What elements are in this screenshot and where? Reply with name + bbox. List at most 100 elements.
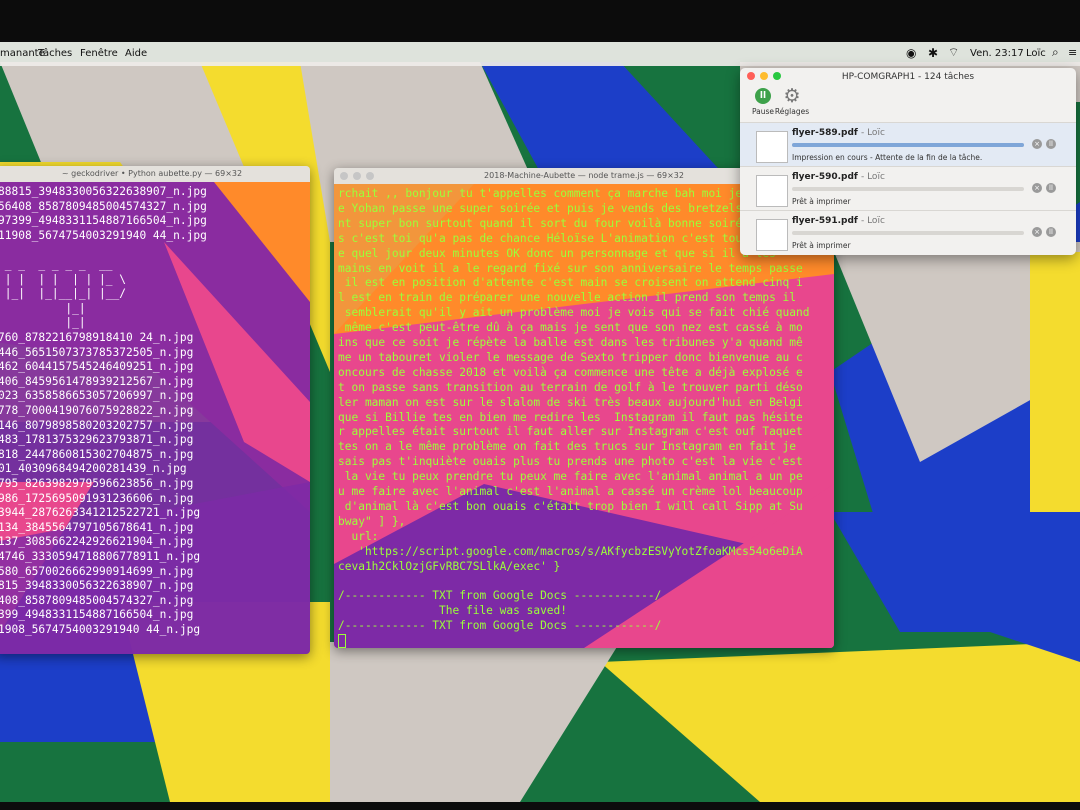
print-job[interactable]: flyer-591.pdf - Loïc Prêt à imprimer × l… xyxy=(740,210,1076,255)
terminal-line: 1908_5674754003291940 44_n.jpg xyxy=(0,623,201,636)
print-job[interactable]: flyer-589.pdf - Loïc Impression en cours… xyxy=(740,122,1076,167)
terminal-line: 815_3948330056322638907_n.jpg xyxy=(0,579,194,593)
settings-button[interactable]: ⚙ Réglages xyxy=(772,86,812,118)
terminal-line: 01_4030968494200281439_n.jpg xyxy=(0,462,187,476)
document-thumbnail xyxy=(756,175,788,207)
job-progress xyxy=(792,187,1024,191)
terminal-line: 986_1725695091931236606_n.jpg xyxy=(0,491,194,505)
delete-job-icon[interactable]: × xyxy=(1032,183,1042,193)
terminal-line: 023_6358586653057206997_n.jpg xyxy=(0,389,194,403)
terminal-line: me un tabouret violer le message de Sext… xyxy=(338,350,803,364)
document-thumbnail xyxy=(756,131,788,163)
terminal-line: url: xyxy=(338,529,379,543)
menu-list-icon[interactable]: ≡ xyxy=(1068,46,1077,59)
terminal-line: | | | | | | |_ \ xyxy=(0,272,126,286)
terminal-cursor xyxy=(338,634,346,648)
bluetooth-icon[interactable]: ✱ xyxy=(928,46,938,60)
hold-job-icon[interactable]: ll xyxy=(1046,227,1056,237)
desktop: manante Tâches Fenêtre Aide ◉ ✱ ⌔ Ven. 2… xyxy=(0,42,1080,802)
terminal-line: 818_2447860815302704875_n.jpg xyxy=(0,447,194,461)
terminal-line: ceva1h2CklOzjGFvRBC7SLlkA/exec' } xyxy=(338,559,561,573)
terminal-line: 137_3085662242926621904_n.jpg xyxy=(0,535,194,549)
terminal-line: même c'est peut-être dû à ça mais je sen… xyxy=(338,321,803,335)
window-title: HP-COMGRAPH1 - 124 tâches xyxy=(841,72,975,82)
terminal-line: oncours de chasse 2018 et voilà ça comme… xyxy=(338,365,803,379)
job-user: - Loïc xyxy=(860,216,885,226)
wifi-icon[interactable]: ⌔ xyxy=(948,45,959,60)
terminal-line: t on passe sans transition au terrain de… xyxy=(338,380,803,394)
settings-label: Réglages xyxy=(774,107,810,116)
terminal-line: |_| xyxy=(0,301,86,315)
gear-icon: ⚙ xyxy=(783,85,801,107)
terminal-line: 462_6044157545246409251_n.jpg xyxy=(0,360,194,374)
terminal-title: ~ geckodriver • Python aubette.py — 69×3… xyxy=(61,169,243,178)
terminal-line: 760_8782216798918410 24_n.jpg xyxy=(0,331,194,344)
terminal-line: bway" ] }, xyxy=(338,514,406,528)
terminal-line: la vie tu peux prendre tu peux me faire … xyxy=(338,470,803,484)
terminal-content[interactable]: 88815_3948330056322638907_n.jpg 56408_858… xyxy=(0,182,310,654)
terminal-line: ins que ce soit je répète la balle est d… xyxy=(338,336,803,349)
terminal-line: 134_3845564797105678641_n.jpg xyxy=(0,520,194,534)
print-queue-window[interactable]: HP-COMGRAPH1 - 124 tâches ll Pause ⚙ Rég… xyxy=(740,68,1076,255)
terminal-line: /------------ TXT from Google Docs -----… xyxy=(338,589,662,603)
terminal-line: ler maman on est sur le slalom de ski tr… xyxy=(338,395,803,409)
delete-job-icon[interactable]: × xyxy=(1032,227,1042,237)
terminal-line: |_| xyxy=(0,316,86,330)
menu-fenetre[interactable]: Fenêtre xyxy=(80,48,118,59)
job-user: - Loïc xyxy=(860,172,885,182)
delete-job-icon[interactable]: × xyxy=(1032,139,1042,149)
terminal-line: e quel jour deux minutes OK donc un pers… xyxy=(338,246,776,260)
hold-job-icon[interactable]: ll xyxy=(1046,183,1056,193)
terminal-line: que si Billie tes en bien me redire les … xyxy=(338,410,803,424)
terminal-line: il est en position d'attente c'est main … xyxy=(338,276,803,290)
terminal-line: rchait ,, bonjour tu t'appelles comment … xyxy=(338,187,803,200)
terminal-line: mains en voit il a le regard fixé sur so… xyxy=(338,261,803,275)
user-name[interactable]: Loïc xyxy=(1026,48,1046,59)
terminal-line: _ _ _ _ _ _ __ xyxy=(0,258,113,271)
job-filename: flyer-590.pdf xyxy=(792,172,858,182)
terminal-line: 97399_4948331154887166504_n.jpg xyxy=(0,214,207,228)
print-job[interactable]: flyer-590.pdf - Loïc Prêt à imprimer × l… xyxy=(740,166,1076,211)
job-progress-fill xyxy=(792,143,1024,147)
job-progress xyxy=(792,143,1024,147)
terminal-line: 778_7000419076075928822_n.jpg xyxy=(0,404,194,417)
search-icon[interactable]: ⌕ xyxy=(1052,45,1059,60)
terminal-line: 4746_3330594718806778911_n.jpg xyxy=(0,550,201,563)
terminal-line: 795_8263982979596623856_n.jpg xyxy=(0,477,194,490)
job-user: - Loïc xyxy=(860,128,885,138)
creative-cloud-icon[interactable]: ◉ xyxy=(906,46,916,60)
terminal-titlebar[interactable]: ~ geckodriver • Python aubette.py — 69×3… xyxy=(0,166,310,182)
clock[interactable]: Ven. 23:17 xyxy=(970,48,1024,59)
terminal-line: u me faire avec l'animal c'est l'animal … xyxy=(338,485,803,498)
hold-job-icon[interactable]: ll xyxy=(1046,139,1056,149)
terminal-line: 483_1781375329623793871_n.jpg xyxy=(0,433,194,447)
terminal-line: semblerait qu'il y ait un problème moi j… xyxy=(338,306,810,320)
terminal-line: d'animal là c'est bon ouais c'était trop… xyxy=(338,499,803,513)
pause-icon: ll xyxy=(755,88,771,104)
terminal-line: 580_6570026662990914699_n.jpg xyxy=(0,564,194,578)
terminal-line: 406_8459561478939212567_n.jpg xyxy=(0,374,194,388)
menu-taches[interactable]: Tâches xyxy=(38,48,72,59)
terminal-line: 88815_3948330056322638907_n.jpg xyxy=(0,185,207,198)
terminal-line: 446_5651507373785372505_n.jpg xyxy=(0,345,194,359)
job-status: Prêt à imprimer xyxy=(792,197,851,206)
terminal-line: r appelles était surtout il faut aller s… xyxy=(338,425,803,439)
terminal-line: tes on a le même problème on fait des tr… xyxy=(338,440,797,454)
terminal-line: 408_8587809485004574327_n.jpg xyxy=(0,593,194,607)
terminal-line: e Yohan passe une super soirée et puis j… xyxy=(338,201,790,215)
terminal-window-left[interactable]: ~ geckodriver • Python aubette.py — 69×3… xyxy=(0,166,310,654)
job-status: Impression en cours - Attente de la fin … xyxy=(792,153,983,162)
terminal-line: /------------ TXT from Google Docs -----… xyxy=(338,619,662,633)
terminal-line: 3944_2876263341212522721_n.jpg xyxy=(0,506,201,520)
terminal-line: l est en train de préparer une nouvelle … xyxy=(338,291,797,305)
document-thumbnail xyxy=(756,219,788,251)
menu-aide[interactable]: Aide xyxy=(125,48,147,59)
terminal-line: 'https://script.google.com/macros/s/AKfy… xyxy=(338,544,803,558)
terminal-line: The file was saved! xyxy=(338,604,568,618)
menu-bar: manante Tâches Fenêtre Aide ◉ ✱ ⌔ Ven. 2… xyxy=(0,42,1080,66)
job-status: Prêt à imprimer xyxy=(792,241,851,250)
terminal-line: 11908_5674754003291940 44_n.jpg xyxy=(0,228,207,242)
job-filename: flyer-589.pdf xyxy=(792,128,858,138)
terminal-line: |_| |_|__|_| |__/ xyxy=(0,287,126,301)
terminal-line: 399_4948331154887166504_n.jpg xyxy=(0,608,194,622)
